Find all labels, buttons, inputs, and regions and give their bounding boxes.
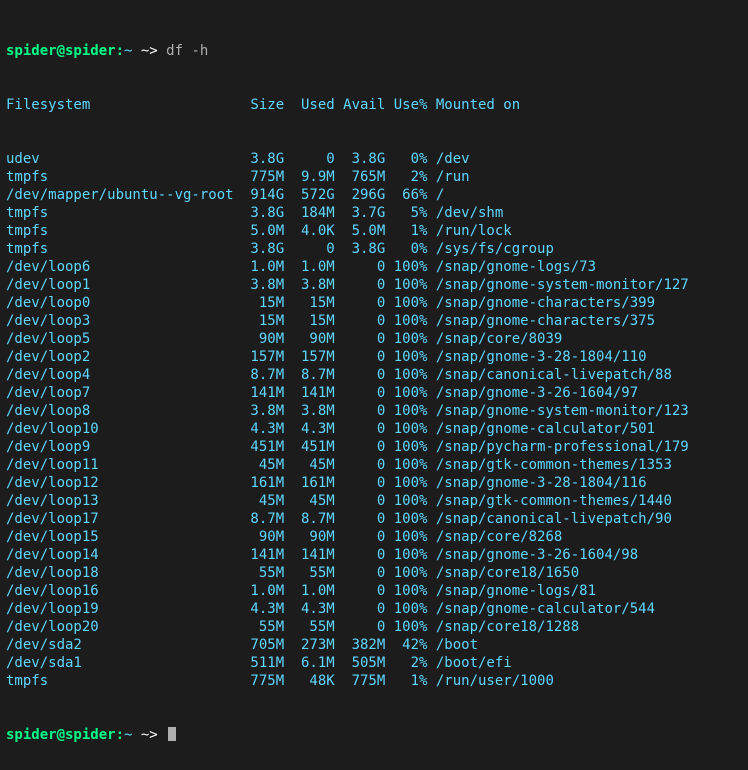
- df-row: /dev/loop6 1.0M 1.0M 0 100% /snap/gnome-…: [6, 258, 742, 276]
- df-row: udev 3.8G 0 3.8G 0% /dev: [6, 150, 742, 168]
- prompt-command: df -h: [166, 43, 208, 59]
- next-prompt-line: spider@spider:~ ~>: [6, 726, 742, 744]
- prompt-user-host: spider@spider: [6, 727, 116, 743]
- df-row: /dev/loop9 451M 451M 0 100% /snap/pychar…: [6, 438, 742, 456]
- df-row: /dev/loop1 3.8M 3.8M 0 100% /snap/gnome-…: [6, 276, 742, 294]
- df-row: /dev/loop3 15M 15M 0 100% /snap/gnome-ch…: [6, 312, 742, 330]
- df-row: /dev/loop4 8.7M 8.7M 0 100% /snap/canoni…: [6, 366, 742, 384]
- df-row: /dev/sda1 511M 6.1M 505M 2% /boot/efi: [6, 654, 742, 672]
- df-row: tmpfs 775M 48K 775M 1% /run/user/1000: [6, 672, 742, 690]
- prompt-colon: :: [116, 43, 124, 59]
- df-row: /dev/loop7 141M 141M 0 100% /snap/gnome-…: [6, 384, 742, 402]
- df-row: /dev/loop5 90M 90M 0 100% /snap/core/803…: [6, 330, 742, 348]
- terminal-output[interactable]: spider@spider:~ ~> df -h Filesystem Size…: [0, 0, 748, 770]
- df-row: /dev/loop10 4.3M 4.3M 0 100% /snap/gnome…: [6, 420, 742, 438]
- df-row: /dev/loop13 45M 45M 0 100% /snap/gtk-com…: [6, 492, 742, 510]
- df-row: /dev/loop8 3.8M 3.8M 0 100% /snap/gnome-…: [6, 402, 742, 420]
- df-row: /dev/loop0 15M 15M 0 100% /snap/gnome-ch…: [6, 294, 742, 312]
- df-row: /dev/sda2 705M 273M 382M 42% /boot: [6, 636, 742, 654]
- df-header-line: Filesystem Size Used Avail Use% Mounted …: [6, 96, 742, 114]
- prompt-colon: :: [116, 727, 124, 743]
- df-row: /dev/loop12 161M 161M 0 100% /snap/gnome…: [6, 474, 742, 492]
- prompt-user-host: spider@spider: [6, 43, 116, 59]
- prompt-line: spider@spider:~ ~> df -h: [6, 42, 742, 60]
- prompt-arrow: ~>: [132, 727, 166, 743]
- df-row: /dev/loop20 55M 55M 0 100% /snap/core18/…: [6, 618, 742, 636]
- df-row: /dev/loop18 55M 55M 0 100% /snap/core18/…: [6, 564, 742, 582]
- df-row: /dev/loop2 157M 157M 0 100% /snap/gnome-…: [6, 348, 742, 366]
- df-row: /dev/loop19 4.3M 4.3M 0 100% /snap/gnome…: [6, 600, 742, 618]
- prompt-arrow: ~>: [132, 43, 166, 59]
- df-row: /dev/loop11 45M 45M 0 100% /snap/gtk-com…: [6, 456, 742, 474]
- df-row: /dev/loop17 8.7M 8.7M 0 100% /snap/canon…: [6, 510, 742, 528]
- df-row: tmpfs 3.8G 0 3.8G 0% /sys/fs/cgroup: [6, 240, 742, 258]
- prompt-cwd: ~: [124, 727, 132, 743]
- df-row: /dev/loop14 141M 141M 0 100% /snap/gnome…: [6, 546, 742, 564]
- df-row: /dev/loop16 1.0M 1.0M 0 100% /snap/gnome…: [6, 582, 742, 600]
- df-row: /dev/loop15 90M 90M 0 100% /snap/core/82…: [6, 528, 742, 546]
- df-row: /dev/mapper/ubuntu--vg-root 914G 572G 29…: [6, 186, 742, 204]
- df-row: tmpfs 775M 9.9M 765M 2% /run: [6, 168, 742, 186]
- df-row: tmpfs 3.8G 184M 3.7G 5% /dev/shm: [6, 204, 742, 222]
- cursor-icon: [168, 727, 176, 741]
- df-row: tmpfs 5.0M 4.0K 5.0M 1% /run/lock: [6, 222, 742, 240]
- df-rows: udev 3.8G 0 3.8G 0% /devtmpfs 775M 9.9M …: [6, 150, 742, 690]
